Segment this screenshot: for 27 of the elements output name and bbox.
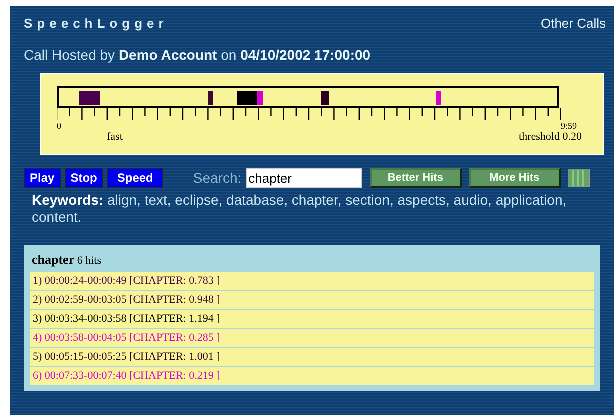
threshold-label: threshold 0.20 (519, 131, 582, 143)
hit-row[interactable]: 4) 00:03:58-00:04:05 [CHAPTER: 0.285 ] (30, 329, 594, 347)
hit-row[interactable]: 6) 00:07:33-00:07:40 [CHAPTER: 0.219 ] (30, 367, 594, 385)
speed-label: fast (107, 131, 123, 143)
hit-marker[interactable] (320, 91, 330, 105)
app-title: SpeechLogger (24, 16, 168, 31)
search-field[interactable]: chapter (246, 168, 362, 188)
keywords-text: Keywords: align, text, eclipse, database, chapter, section, aspects, audio, application, content. (31, 191, 568, 226)
hit-marker[interactable] (78, 91, 100, 105)
hit-marker[interactable] (208, 91, 213, 105)
player-button[interactable]: Speed (107, 168, 164, 188)
end-time-label: 9:59 (560, 121, 577, 131)
start-time-label: 0 (57, 121, 62, 131)
search-label: Search: (193, 170, 242, 186)
hit-marker[interactable] (236, 91, 257, 105)
stripes-icon[interactable] (568, 169, 590, 187)
hit-marker[interactable] (436, 91, 442, 105)
player-button[interactable]: Stop (64, 168, 104, 188)
hit-row[interactable]: 3) 00:03:34-00:03:58 [CHAPTER: 1.194 ] (30, 310, 594, 328)
call-info: Call Hosted by Demo Account on 04/10/2002 17:00:00 (23, 46, 372, 63)
hit-row[interactable]: 2) 00:02:59-00:03:05 [CHAPTER: 0.948 ] (30, 291, 594, 309)
player-button[interactable]: Play (24, 168, 61, 188)
results-heading: chapter 6 hits (31, 251, 103, 269)
other-calls-link[interactable]: Other Calls (540, 16, 606, 31)
hit-row[interactable]: 1) 00:00:24-00:00:49 [CHAPTER: 0.783 ] (30, 272, 594, 290)
hit-row[interactable]: 5) 00:05:15-00:05:25 [CHAPTER: 1.001 ] (30, 348, 594, 366)
timeline-track[interactable] (57, 86, 559, 108)
